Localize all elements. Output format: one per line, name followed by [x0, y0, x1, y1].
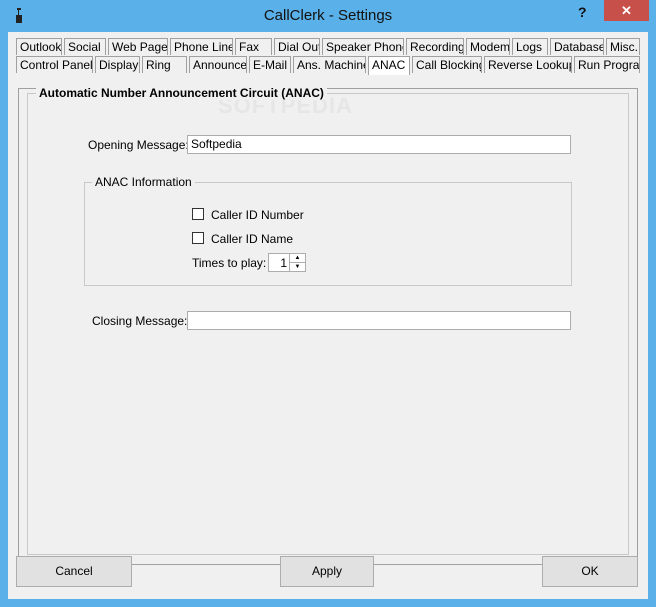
tab-speaker-phone[interactable]: Speaker Phone [322, 38, 404, 55]
settings-client-area: Outlook Social Web Page Phone Line Fax D… [8, 32, 648, 599]
times-to-play-value: 1 [280, 256, 287, 270]
tab-database[interactable]: Database [550, 38, 604, 55]
caller-id-name-label: Caller ID Name [211, 232, 294, 246]
tab-ring[interactable]: Ring [142, 56, 187, 73]
times-to-play-label: Times to play: [192, 256, 267, 270]
caller-id-name-checkbox[interactable] [192, 232, 204, 244]
caller-id-number-label: Caller ID Number [211, 208, 304, 222]
tab-social[interactable]: Social [64, 38, 106, 55]
tab-phone-line[interactable]: Phone Line [170, 38, 233, 55]
tab-outlook[interactable]: Outlook [16, 38, 62, 55]
tab-anac[interactable]: ANAC [368, 56, 410, 75]
tab-misc[interactable]: Misc. [606, 38, 640, 55]
tab-logs[interactable]: Logs [512, 38, 548, 55]
spin-down-arrow-icon[interactable]: ▼ [290, 263, 305, 271]
tab-reverse-lookup[interactable]: Reverse Lookup [484, 56, 572, 73]
title-bar[interactable]: CallClerk - Settings ? ✕ [0, 0, 656, 32]
tab-recording[interactable]: Recording [406, 38, 464, 55]
opening-message-input[interactable]: Softpedia [187, 135, 571, 154]
tab-display[interactable]: Display [95, 56, 140, 73]
tab-announce[interactable]: Announce [189, 56, 247, 73]
tab-e-mail[interactable]: E-Mail [249, 56, 291, 73]
tab-run-program[interactable]: Run Program [574, 56, 640, 73]
apply-button[interactable]: Apply [280, 556, 374, 587]
tab-control-panel[interactable]: Control Panel [16, 56, 93, 73]
close-button[interactable]: ✕ [604, 0, 649, 21]
cancel-button[interactable]: Cancel [16, 556, 132, 587]
tab-fax[interactable]: Fax [235, 38, 272, 55]
anac-panel: SOFTPEDIA Automatic Number Announcement … [18, 86, 638, 565]
tab-row-1: Outlook Social Web Page Phone Line Fax D… [16, 38, 640, 56]
times-to-play-spinner[interactable]: 1 ▲ ▼ [268, 253, 306, 272]
settings-window: CallClerk - Settings ? ✕ Outlook Social … [0, 0, 656, 607]
spinner-buttons: ▲ ▼ [289, 254, 305, 271]
closing-message-input[interactable] [187, 311, 571, 330]
opening-message-label: Opening Message: [88, 138, 189, 152]
tab-dial-out[interactable]: Dial Out [274, 38, 320, 55]
anac-information-group: ANAC Information Caller ID Number Caller… [84, 175, 572, 286]
window-title: CallClerk - Settings [263, 7, 393, 24]
caller-id-number-checkbox[interactable] [192, 208, 204, 220]
tab-call-blocking[interactable]: Call Blocking [412, 56, 482, 73]
anac-section: SOFTPEDIA Automatic Number Announcement … [27, 86, 629, 555]
tab-row-2: Control Panel Display Ring Announce E-Ma… [16, 56, 640, 75]
tab-ans-machine[interactable]: Ans. Machine [293, 56, 366, 73]
help-button[interactable]: ? [578, 4, 587, 20]
ok-button[interactable]: OK [542, 556, 638, 587]
anac-information-title: ANAC Information [92, 175, 195, 189]
anac-section-title: Automatic Number Announcement Circuit (A… [36, 86, 327, 100]
closing-message-label: Closing Message: [92, 314, 188, 328]
tab-web-page[interactable]: Web Page [108, 38, 168, 55]
spin-up-arrow-icon[interactable]: ▲ [290, 254, 305, 263]
tab-modem[interactable]: Modem [466, 38, 510, 55]
